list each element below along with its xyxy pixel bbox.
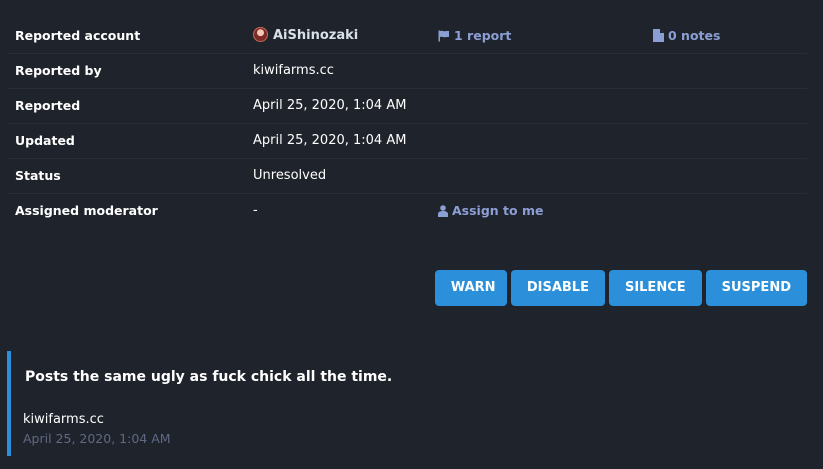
row-updated: Updated April 25, 2020, 1:04 AM [8, 124, 807, 159]
assign-to-me-label: Assign to me [452, 203, 544, 218]
disable-button[interactable]: DISABLE [510, 270, 605, 306]
report-comment: Posts the same ugly as fuck chick all th… [7, 351, 797, 456]
warn-button[interactable]: WARN [434, 270, 507, 306]
label-assigned-moderator: Assigned moderator [15, 203, 158, 218]
assign-to-me-link[interactable]: Assign to me [438, 194, 543, 228]
status-value: Unresolved [253, 168, 327, 183]
avatar [253, 27, 268, 42]
file-icon [653, 29, 664, 42]
assigned-moderator-value: - [253, 203, 258, 218]
reported-date: April 25, 2020, 1:04 AM [253, 98, 407, 113]
account-name[interactable]: AiShinozaki [273, 28, 358, 43]
comment-date: April 25, 2020, 1:04 AM [23, 431, 171, 446]
label-status: Status [15, 168, 61, 183]
row-assigned-moderator: Assigned moderator - Assign to me [8, 194, 807, 229]
updated-date: April 25, 2020, 1:04 AM [253, 133, 407, 148]
label-reported: Reported [15, 98, 81, 113]
label-reported-by: Reported by [15, 63, 102, 78]
notes-count: 0 notes [668, 28, 721, 43]
reports-count-link[interactable]: 1 report [438, 19, 511, 53]
silence-button[interactable]: SILENCE [608, 270, 702, 306]
label-updated: Updated [15, 133, 75, 148]
reporter-name: kiwifarms.cc [253, 63, 334, 78]
report-details-table: Reported account AiShinozaki 1 report 0 … [8, 19, 807, 229]
flag-icon [438, 30, 449, 42]
reports-count: 1 report [454, 28, 512, 43]
row-reported: Reported April 25, 2020, 1:04 AM [8, 89, 807, 124]
reported-account-link[interactable]: AiShinozaki [253, 19, 358, 53]
row-status: Status Unresolved [8, 159, 807, 194]
user-icon [438, 205, 448, 217]
comment-text: Posts the same ugly as fuck chick all th… [25, 369, 393, 385]
row-reported-account: Reported account AiShinozaki 1 report 0 … [8, 19, 807, 54]
label-reported-account: Reported account [15, 28, 141, 43]
notes-count-link[interactable]: 0 notes [653, 19, 720, 53]
row-reported-by: Reported by kiwifarms.cc [8, 54, 807, 89]
comment-author[interactable]: kiwifarms.cc [23, 412, 104, 427]
suspend-button[interactable]: SUSPEND [705, 270, 807, 306]
moderation-actions: WARN DISABLE SILENCE SUSPEND [434, 270, 807, 306]
